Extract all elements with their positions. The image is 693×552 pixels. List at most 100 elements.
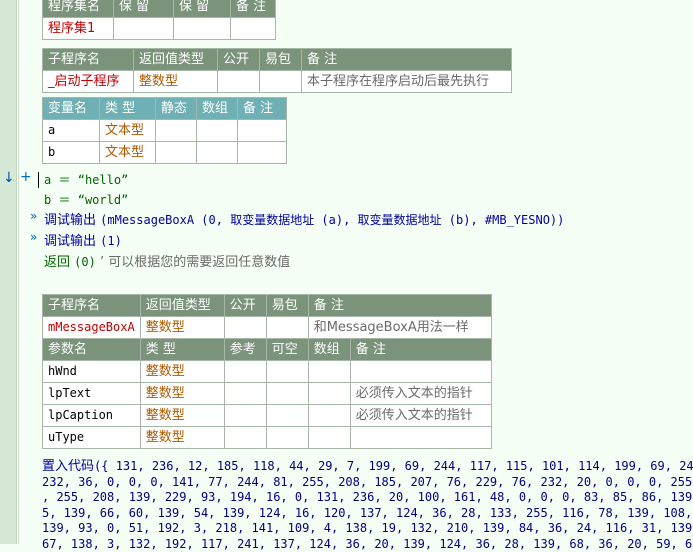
var-name-cell[interactable]: a (43, 120, 100, 142)
embed-code-line: 232, 36, 0, 0, 0, 141, 77, 244, 81, 255,… (42, 475, 693, 491)
var-remark-cell[interactable] (238, 142, 287, 164)
param-array-cell[interactable] (308, 361, 350, 383)
reserved-cell-2[interactable] (174, 18, 231, 40)
param-remark-cell[interactable] (350, 361, 491, 383)
param-remark-cell[interactable]: 必须传入文本的指针 (350, 405, 491, 427)
easy-pack-cell[interactable] (266, 317, 308, 339)
param-row: hWnd 整数型 (43, 361, 492, 383)
public-cell[interactable] (218, 71, 260, 93)
param-remark-cell[interactable] (350, 427, 491, 449)
code-line-debug-output-2[interactable]: 调试输出 (1) (44, 230, 122, 249)
embed-code-line: 置入代码({ 131, 236, 12, 185, 118, 44, 29, 7… (42, 459, 693, 475)
header-static: 静态 (156, 98, 197, 120)
assembly-table: 程序集名 保 留 保 留 备 注 程序集1 (42, 0, 276, 40)
header-by-ref: 参考 (224, 339, 266, 361)
param-byref-cell[interactable] (224, 383, 266, 405)
header-nullable: 可空 (266, 339, 308, 361)
embed-keyword: 置入代码 (42, 459, 94, 474)
var-static-cell[interactable] (156, 142, 197, 164)
variable-row: b 文本型 (43, 142, 287, 164)
var-array-cell[interactable] (197, 142, 238, 164)
param-type-cell[interactable]: 整数型 (140, 405, 224, 427)
param-type-cell[interactable]: 整数型 (140, 427, 224, 449)
reserved-cell-1[interactable] (114, 18, 174, 40)
param-type-cell[interactable]: 整数型 (140, 361, 224, 383)
header-remark: 备 注 (231, 0, 276, 18)
header-remark: 备 注 (238, 98, 287, 120)
header-return-type: 返回值类型 (134, 49, 218, 71)
var-remark-cell[interactable] (238, 120, 287, 142)
param-nullable-cell[interactable] (266, 405, 308, 427)
code-line-assign-b[interactable]: b ＝ “world” (44, 191, 128, 208)
header-return-type: 返回值类型 (140, 295, 224, 317)
param-array-cell[interactable] (308, 383, 350, 405)
return-keyword: 返回 (44, 255, 70, 270)
return-type-cell[interactable]: 整数型 (134, 71, 218, 93)
code-line-debug-output-1[interactable]: 调试输出 (mMessageBoxA (0, 取变量数据地址 (a), 取变量数… (44, 209, 564, 228)
expand-plus-icon[interactable]: + (20, 169, 32, 185)
header-type: 类 型 (100, 98, 156, 120)
var-static-cell[interactable] (156, 120, 197, 142)
var-array-cell[interactable] (197, 120, 238, 142)
public-cell[interactable] (224, 317, 266, 339)
return-type-cell[interactable]: 整数型 (140, 317, 224, 339)
embed-code-line: 139, 93, 0, 51, 192, 3, 218, 141, 109, 4… (42, 521, 693, 537)
param-name-cell[interactable]: hWnd (43, 361, 141, 383)
assign-target: b (44, 193, 51, 207)
header-param-type: 类 型 (140, 339, 224, 361)
param-row: lpText 整数型 必须传入文本的指针 (43, 383, 492, 405)
current-line-arrow-icon[interactable]: ↓ (3, 170, 15, 186)
header-easy-pack: 易包 (260, 49, 302, 71)
param-name-cell[interactable]: lpCaption (43, 405, 141, 427)
param-array-cell[interactable] (308, 427, 350, 449)
header-remark: 备 注 (302, 49, 512, 71)
param-nullable-cell[interactable] (266, 361, 308, 383)
msgbox-sub-table: 子程序名 返回值类型 公开 易包 备 注 mMessageBoxA 整数型 和M… (42, 294, 492, 449)
param-byref-cell[interactable] (224, 427, 266, 449)
param-name-cell[interactable]: uType (43, 427, 141, 449)
left-gutter (0, 0, 17, 544)
embed-bytes: ({ 131, 236, 12, 185, 118, 44, 29, 7, 19… (94, 459, 693, 473)
var-type-cell[interactable]: 文本型 (100, 120, 156, 142)
header-param-name: 参数名 (43, 339, 141, 361)
command-args: (mMessageBoxA (0, 取变量数据地址 (a), 取变量数据地址 (… (100, 213, 564, 227)
remark-cell[interactable]: 本子程序在程序启动后最先执行 (302, 71, 512, 93)
var-type-cell[interactable]: 文本型 (100, 142, 156, 164)
code-line-assign-a[interactable]: a ＝ “hello” (44, 171, 128, 188)
param-nullable-cell[interactable] (266, 427, 308, 449)
code-comment: ’ 可以根据您的需要返回任意数值 (100, 255, 290, 270)
command-args: (1) (100, 234, 122, 248)
param-array-cell[interactable] (308, 405, 350, 427)
param-nullable-cell[interactable] (266, 383, 308, 405)
embed-code-line: , 255, 208, 139, 229, 93, 194, 16, 0, 13… (42, 490, 693, 506)
param-byref-cell[interactable] (224, 361, 266, 383)
startup-sub-table: 子程序名 返回值类型 公开 易包 备 注 _启动子程序 整数型 本子程序在程序启… (42, 48, 512, 93)
param-name-cell[interactable]: lpText (43, 383, 141, 405)
header-reserved-1: 保 留 (114, 0, 174, 18)
param-row: lpCaption 整数型 必须传入文本的指针 (43, 405, 492, 427)
header-array: 数组 (308, 339, 350, 361)
param-remark-cell[interactable]: 必须传入文本的指针 (350, 383, 491, 405)
sub-name-cell[interactable]: mMessageBoxA (43, 317, 141, 339)
var-name-cell[interactable]: b (43, 142, 100, 164)
local-variables-table: 变量名 类 型 静态 数组 备 注 a 文本型 b 文本型 (42, 97, 287, 164)
param-type-cell[interactable]: 整数型 (140, 383, 224, 405)
variable-row: a 文本型 (43, 120, 287, 142)
embed-code-block[interactable]: 置入代码({ 131, 236, 12, 185, 118, 44, 29, 7… (42, 459, 693, 552)
sub-name-cell[interactable]: _启动子程序 (43, 71, 134, 93)
header-assembly-name: 程序集名 (43, 0, 114, 18)
return-args: (0) (74, 255, 96, 269)
assembly-name-cell[interactable]: 程序集1 (43, 18, 114, 40)
embed-code-line: 5, 139, 66, 60, 139, 54, 139, 124, 16, 1… (42, 506, 693, 522)
text-cursor (38, 172, 39, 188)
assign-target: a (44, 173, 51, 187)
remark-cell[interactable]: 和MessageBoxA用法一样 (308, 317, 491, 339)
exec-marker-icon: » (30, 230, 37, 244)
remark-cell[interactable] (231, 18, 276, 40)
header-array: 数组 (197, 98, 238, 120)
assign-operator: ＝ (58, 193, 70, 207)
assign-operator: ＝ (58, 173, 70, 187)
param-byref-cell[interactable] (224, 405, 266, 427)
easy-pack-cell[interactable] (260, 71, 302, 93)
code-line-return[interactable]: 返回 (0) ’ 可以根据您的需要返回任意数值 (44, 251, 290, 270)
